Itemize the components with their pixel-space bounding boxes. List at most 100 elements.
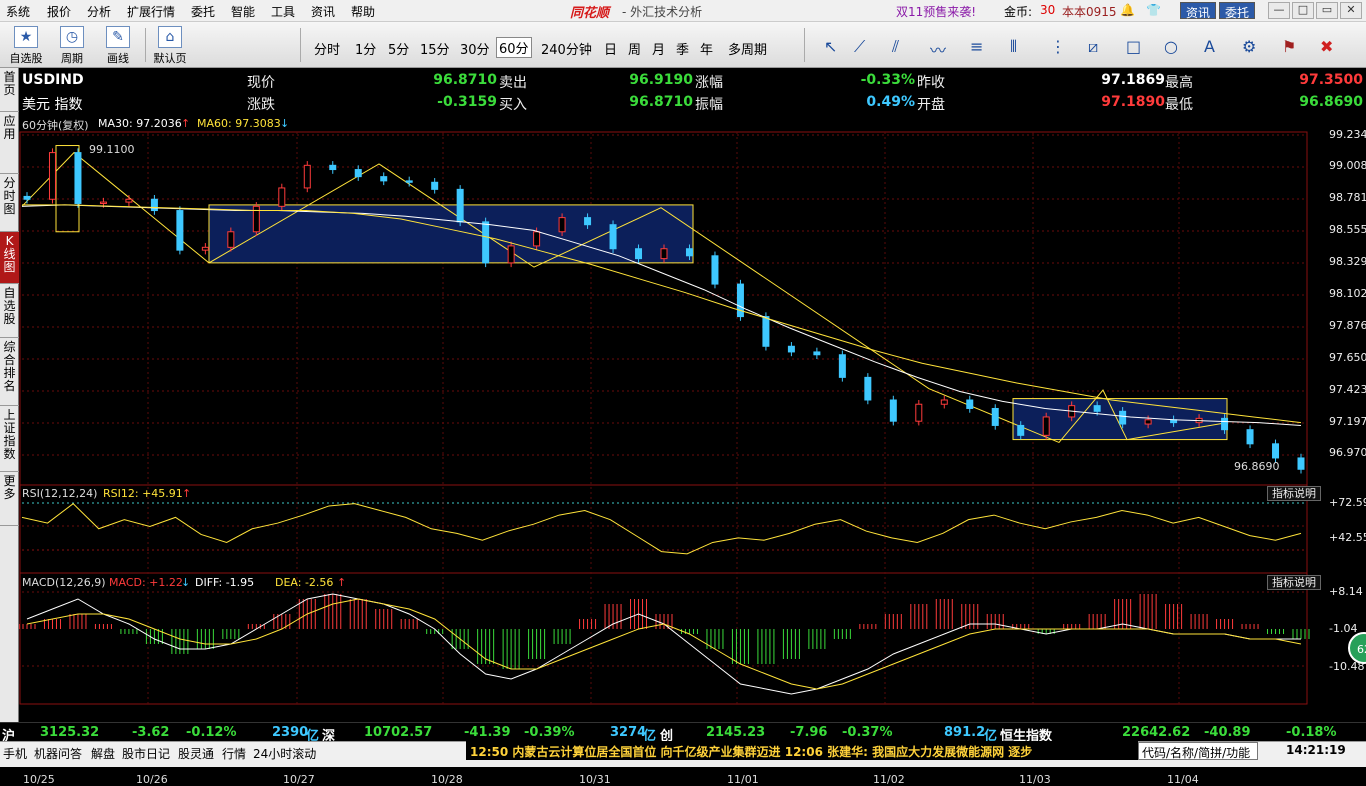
period-30m[interactable]: 30分: [460, 39, 490, 58]
bell-icon[interactable]: 🔔: [1120, 3, 1135, 17]
dea-legend: DEA: -2.56: [275, 576, 334, 589]
search-input[interactable]: 代码/名称/简拼/功能: [1138, 742, 1258, 760]
candle-body: [48, 152, 56, 200]
period-timeshare[interactable]: 分时: [314, 39, 340, 58]
period-60m[interactable]: 60分: [496, 37, 532, 58]
minimize-icon[interactable]: —: [1268, 2, 1290, 19]
menu-smart[interactable]: 智能: [231, 3, 255, 20]
macd-scale-label: -1.04: [1329, 622, 1358, 635]
news-ticker[interactable]: 12:50 内蒙古云计算位居全国首位 向千亿级产业集群迈进 12:06 张建华:…: [466, 741, 1138, 760]
candle-body: [864, 376, 872, 401]
period-week[interactable]: 周: [628, 39, 641, 58]
candle-body: [558, 217, 566, 233]
text-tool-icon[interactable]: A: [1204, 37, 1215, 56]
sidebar-item-apps[interactable]: 应用: [0, 112, 19, 174]
kline-chart[interactable]: [19, 68, 1366, 722]
task-24h[interactable]: 24小时滚动: [253, 745, 316, 762]
draw-button[interactable]: ✎ 画线: [98, 24, 138, 66]
toolbar-divider: [804, 28, 805, 62]
bookmark-icon[interactable]: ⚑: [1282, 37, 1296, 56]
home-icon: ⌂: [158, 26, 182, 48]
version-label[interactable]: 本本0915: [1062, 3, 1117, 20]
candle-body: [99, 201, 107, 204]
sidebar-item-sh-index[interactable]: 上证指数: [0, 406, 19, 472]
hs-percent: -0.18%: [1286, 725, 1337, 740]
task-qa[interactable]: 机器问答: [34, 745, 82, 762]
task-mobile[interactable]: 手机: [3, 745, 27, 762]
menu-analysis[interactable]: 分析: [87, 3, 111, 20]
cy-change: -7.96: [790, 725, 828, 740]
date-label: 11/02: [873, 773, 905, 786]
menu-help[interactable]: 帮助: [351, 3, 375, 20]
rsi-explain-button[interactable]: 指标说明: [1267, 486, 1321, 501]
sh-change: -3.62: [132, 725, 170, 740]
candle-body: [762, 316, 770, 347]
fib-tool-icon[interactable]: ≡: [970, 37, 983, 56]
period-year[interactable]: 年: [700, 39, 713, 58]
task-analysis[interactable]: 解盘: [91, 745, 115, 762]
period-1m[interactable]: 1分: [355, 39, 376, 58]
menu-tools[interactable]: 工具: [271, 3, 295, 20]
period-15m[interactable]: 15分: [420, 39, 450, 58]
menu-quote[interactable]: 报价: [47, 3, 71, 20]
parallel-tool-icon[interactable]: ⫽: [892, 37, 899, 57]
macd-explain-button[interactable]: 指标说明: [1267, 575, 1321, 590]
promo-link[interactable]: 双11预售来袭!: [896, 3, 976, 20]
period-multi[interactable]: 多周期: [728, 39, 767, 58]
task-lingtong[interactable]: 股灵通: [178, 745, 214, 762]
cy-percent: -0.37%: [842, 725, 893, 740]
menu-news[interactable]: 资讯: [311, 3, 335, 20]
period-season[interactable]: 季: [676, 39, 689, 58]
period-day[interactable]: 日: [604, 39, 617, 58]
restore-icon[interactable]: ▭: [1316, 2, 1338, 19]
task-diary[interactable]: 股市日记: [122, 745, 170, 762]
menu-trade[interactable]: 委托: [191, 3, 215, 20]
candle-body: [1042, 416, 1050, 436]
star-icon: ★: [14, 26, 38, 48]
candle-body: [1017, 424, 1025, 436]
delete-icon[interactable]: ✖: [1320, 37, 1333, 56]
menu-system[interactable]: 系统: [6, 3, 30, 20]
period-240m[interactable]: 240分钟: [541, 39, 592, 58]
sz-change: -41.39: [464, 725, 511, 740]
sz-volume: 3274: [610, 725, 647, 740]
settings-icon[interactable]: ⚙: [1242, 37, 1256, 56]
sidebar-item-timeshare[interactable]: 分时图: [0, 174, 19, 232]
gold-count: 30: [1040, 3, 1056, 17]
trade-button[interactable]: 委托: [1219, 2, 1256, 20]
favorites-button[interactable]: ★ 自选股: [6, 24, 46, 66]
sidebar-item-ranking[interactable]: 综合排名: [0, 338, 19, 406]
rect-tool-icon[interactable]: □: [1126, 37, 1141, 56]
diff-legend: DIFF: -1.95: [195, 576, 255, 589]
close-icon[interactable]: ✕: [1340, 2, 1362, 19]
candle-body: [915, 403, 923, 422]
cursor-icon[interactable]: ↖: [824, 37, 837, 56]
sidebar-item-more[interactable]: 更多: [0, 472, 19, 526]
sidebar-item-favorites[interactable]: 自选股: [0, 284, 19, 338]
news-button[interactable]: 资讯: [1180, 2, 1217, 20]
line-tool-icon[interactable]: ⟋: [854, 37, 865, 57]
task-quote[interactable]: 行情: [222, 745, 246, 762]
sidebar-item-kline[interactable]: K线图: [0, 232, 19, 284]
maximize-icon[interactable]: □: [1292, 2, 1314, 19]
sh-percent: -0.12%: [186, 725, 237, 740]
period-month[interactable]: 月: [652, 39, 665, 58]
cycle-button[interactable]: ◷ 周期: [52, 24, 92, 66]
menu-ext-quote[interactable]: 扩展行情: [127, 3, 175, 20]
sz-percent: -0.39%: [524, 725, 575, 740]
gann-tool-icon[interactable]: ⋮: [1050, 37, 1066, 56]
period-5m[interactable]: 5分: [388, 39, 409, 58]
shirt-icon[interactable]: 👕: [1146, 3, 1161, 17]
cycle-line-icon[interactable]: ⦀: [1010, 37, 1017, 57]
candle-body: [685, 248, 693, 257]
bottom-taskbar: 手机 机器问答 解盘 股市日记 股灵通 行情 24小时滚动 12:50 内蒙古云…: [0, 741, 1366, 767]
date-label: 10/31: [579, 773, 611, 786]
candle-body: [838, 354, 846, 378]
price-scale-label: 97.8763: [1329, 319, 1366, 332]
default-page-button[interactable]: ⌂ 默认页: [150, 24, 190, 66]
channel-tool-icon[interactable]: ⧄: [1088, 37, 1098, 57]
ellipse-tool-icon[interactable]: ○: [1164, 37, 1178, 56]
sidebar-item-home[interactable]: 首页: [0, 68, 19, 112]
wave-tool-icon[interactable]: 〰: [930, 37, 946, 61]
candle-body: [609, 224, 617, 250]
